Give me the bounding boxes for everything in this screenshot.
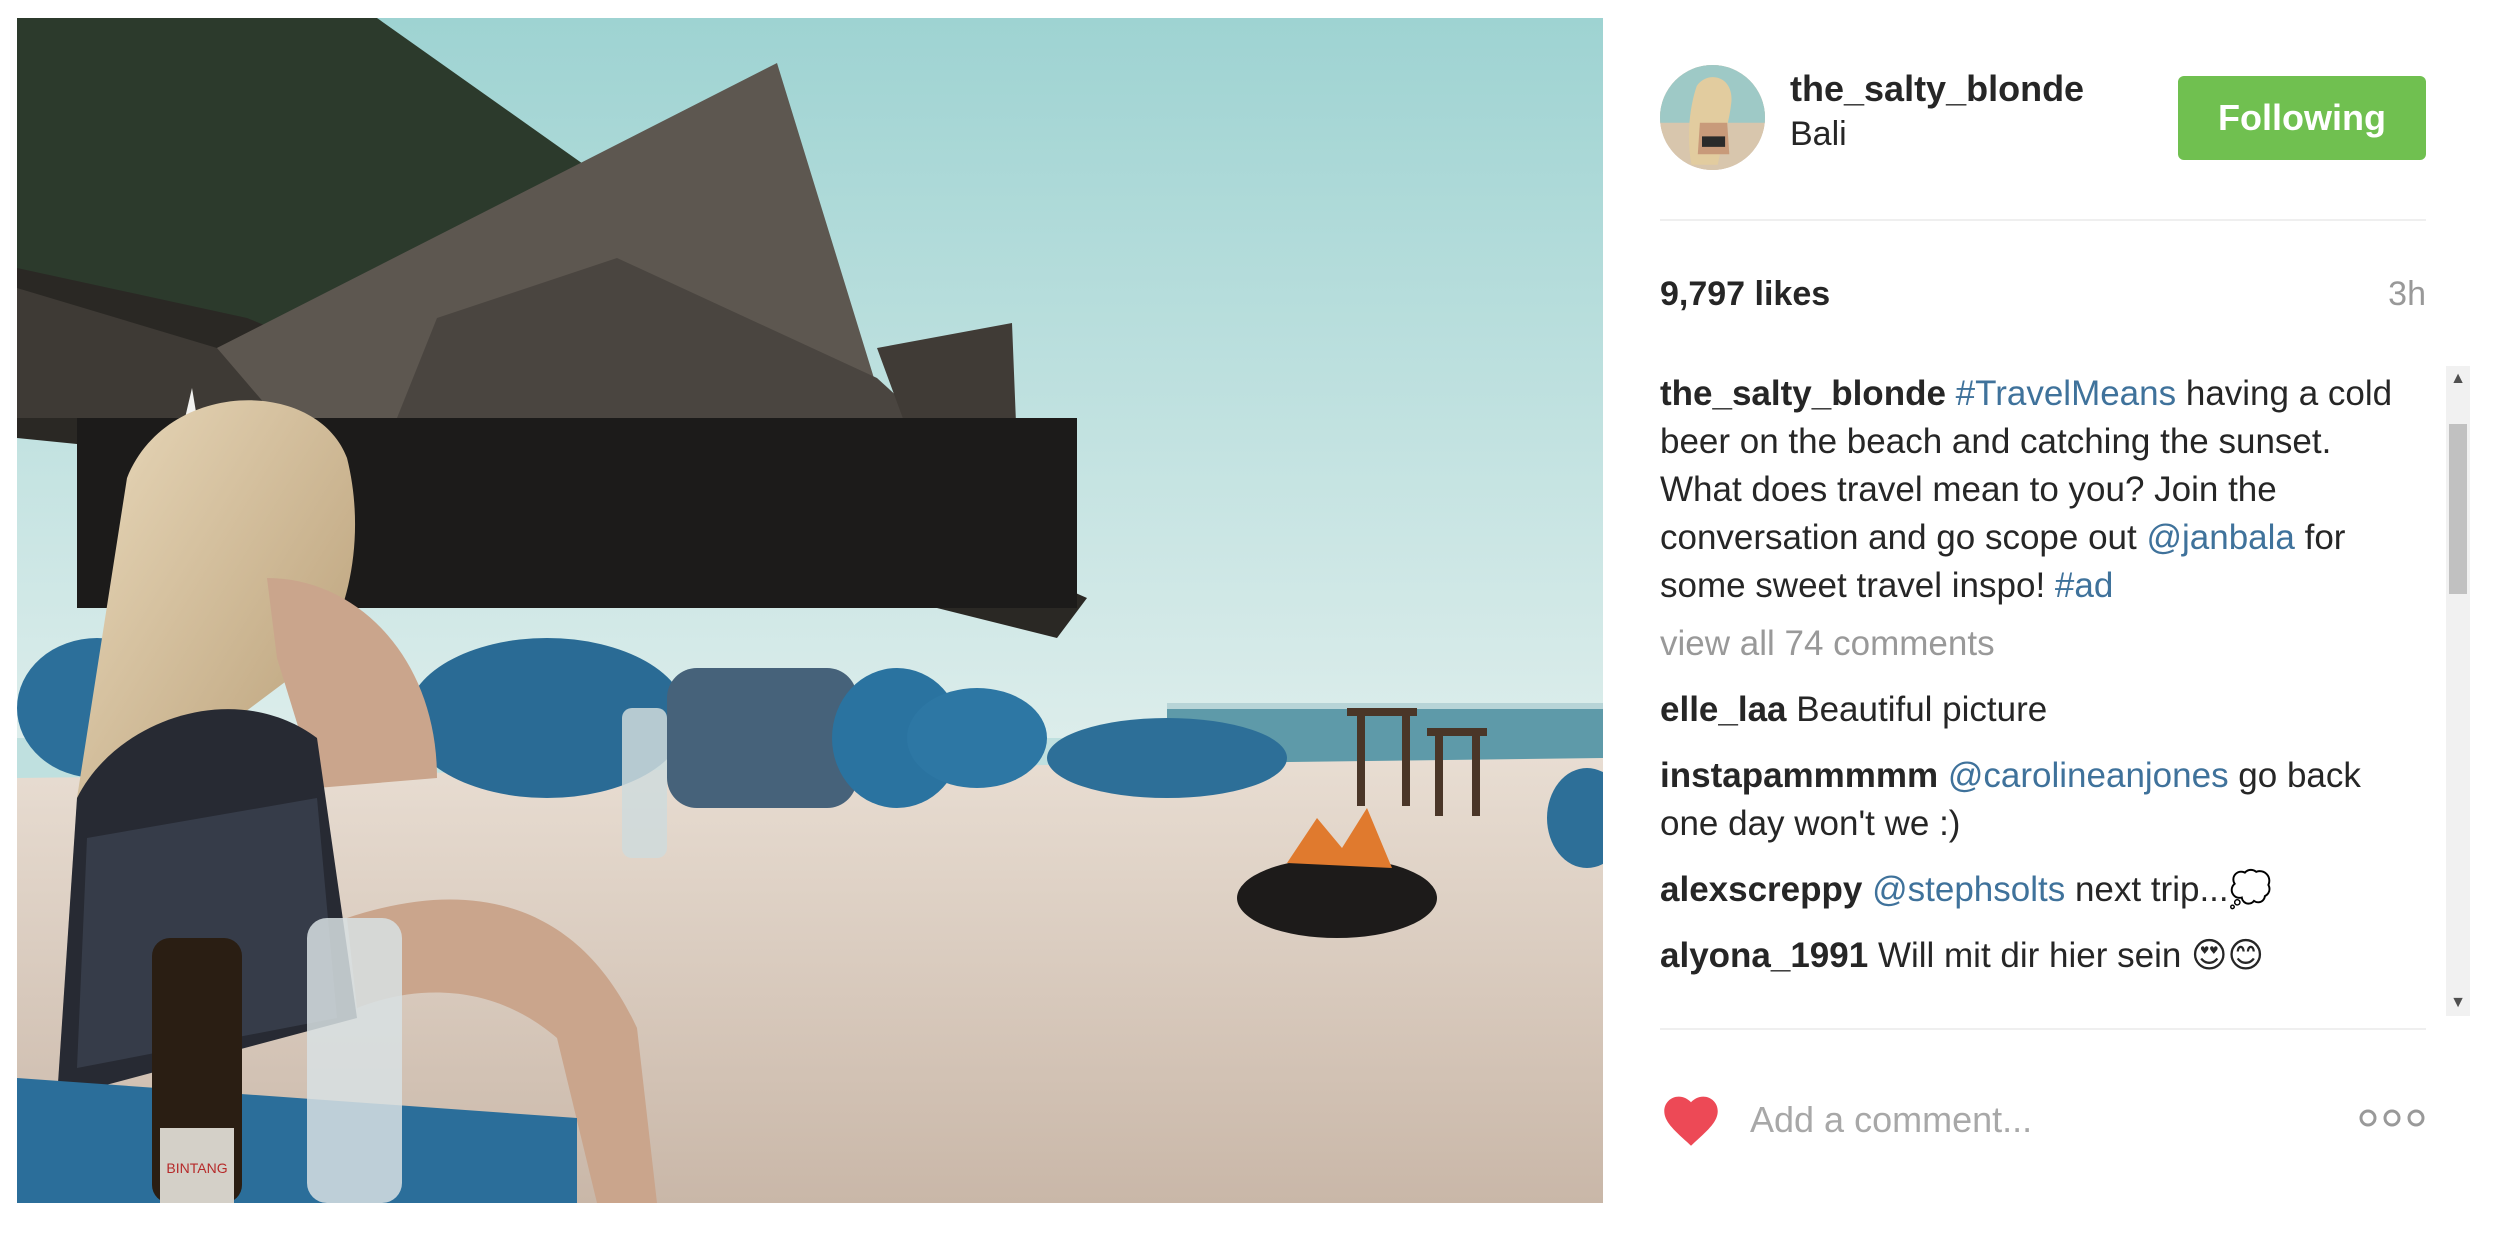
scroll-down-icon[interactable]: ▼: [2446, 990, 2470, 1016]
scroll-up-icon[interactable]: ▲: [2446, 366, 2470, 392]
more-options-icon[interactable]: [2356, 1106, 2428, 1130]
mention-janbala[interactable]: @janbala: [2146, 518, 2294, 557]
comment-mention[interactable]: @stephsolts: [1872, 870, 2065, 909]
comment-username[interactable]: alexscreppy: [1660, 870, 1862, 909]
heart-icon[interactable]: [1660, 1091, 1722, 1147]
comment-text: Beautiful picture: [1786, 690, 2048, 729]
beach-scene-image: BINTANG: [17, 18, 1603, 1203]
comment-mention[interactable]: @carolineanjones: [1948, 756, 2229, 795]
comment-text: Will mit dir hier sein 😍😊: [1868, 936, 2265, 975]
profile-photo: [1660, 65, 1765, 170]
post-location[interactable]: Bali: [1790, 115, 1847, 154]
hashtag-travelmeans[interactable]: #TravelMeans: [1956, 374, 2176, 413]
hashtag-ad[interactable]: #ad: [2055, 566, 2113, 605]
footer-divider: [1660, 1028, 2426, 1030]
add-comment-input[interactable]: [1750, 1094, 2310, 1146]
caption-username[interactable]: the_salty_blonde: [1660, 374, 1946, 413]
comment-username[interactable]: alyona_1991: [1660, 936, 1868, 975]
comment-username[interactable]: elle_laa: [1660, 690, 1787, 729]
post-author-username[interactable]: the_salty_blonde: [1790, 68, 2084, 110]
post-details-panel: the_salty_blonde Bali Following 9,797 li…: [1660, 18, 2470, 1218]
comment-item: alyona_1991 Will mit dir hier sein 😍😊: [1660, 932, 2420, 980]
comment-text: next trip...💭: [2065, 870, 2273, 909]
comment-item: instapammmmm @carolineanjones go back on…: [1660, 752, 2420, 848]
post-photo[interactable]: BINTANG: [17, 18, 1603, 1203]
bottle-label: BINTANG: [166, 1160, 227, 1176]
comment-item: alexscreppy @stephsolts next trip...💭: [1660, 866, 2420, 914]
view-all-comments-link[interactable]: view all 74 comments: [1660, 620, 2420, 668]
post-caption: the_salty_blonde #TravelMeans having a c…: [1660, 370, 2420, 610]
avatar[interactable]: [1660, 65, 1765, 170]
header-divider: [1660, 219, 2426, 221]
comments-list[interactable]: the_salty_blonde #TravelMeans having a c…: [1660, 370, 2420, 1045]
post-time: 3h: [2388, 275, 2426, 313]
scroll-thumb[interactable]: [2449, 424, 2467, 594]
comment-username[interactable]: instapammmmm: [1660, 756, 1938, 795]
comments-scrollbar[interactable]: ▲ ▼: [2446, 366, 2470, 1016]
following-button[interactable]: Following: [2178, 76, 2426, 160]
comment-item: elle_laa Beautiful picture: [1660, 686, 2420, 734]
likes-count[interactable]: 9,797 likes: [1660, 275, 1830, 314]
